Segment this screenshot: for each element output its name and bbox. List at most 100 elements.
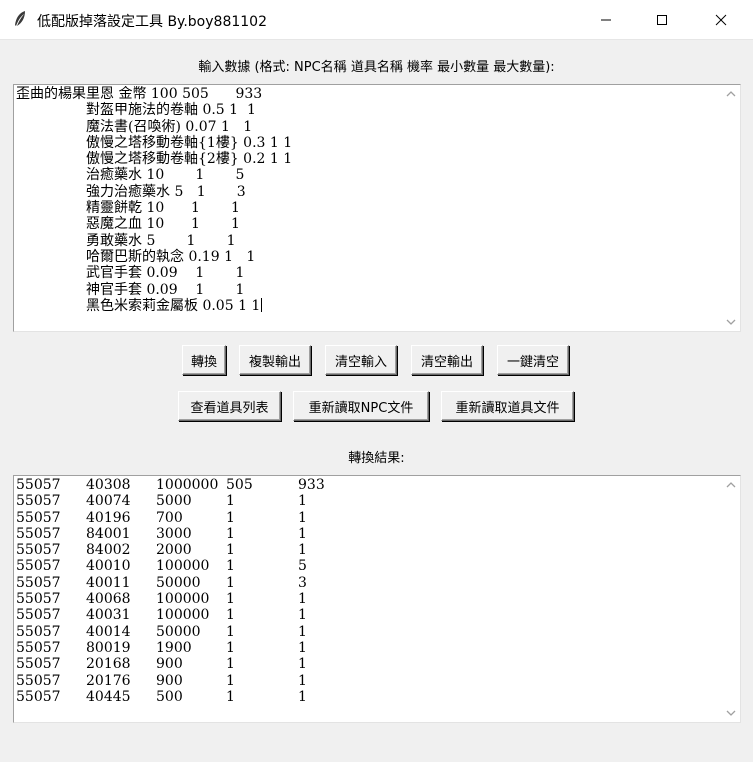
chevron-up-icon — [726, 91, 736, 97]
output-cell: 1 — [226, 493, 235, 510]
output-cell: 700 — [156, 509, 183, 526]
scroll-down-button[interactable] — [726, 317, 736, 327]
output-cell: 1 — [298, 591, 307, 608]
output-cell: 1 — [226, 542, 235, 559]
feather-icon — [15, 11, 25, 26]
output-label: 轉換結果: — [348, 451, 405, 466]
output-cell: 1 — [226, 607, 235, 624]
scroll-up-button[interactable] — [726, 480, 736, 490]
input-line: 黑色米索莉金屬板 0.05 1 1 — [86, 297, 261, 314]
window-footer — [0, 732, 753, 762]
input-text-content[interactable]: 歪曲的楊果里恩 金幣 100 505 933 對盔甲施法的卷軸 0.5 1 1 … — [16, 86, 720, 331]
input-label: 輸入數據 (格式: NPC名稱 道具名稱 機率 最小數量 最大數量): — [198, 60, 555, 75]
output-cell: 1 — [226, 639, 235, 656]
output-cell: 1 — [298, 656, 307, 673]
output-cell: 40014 — [86, 623, 131, 640]
output-cell: 100000 — [156, 591, 210, 608]
output-cell: 55057 — [16, 542, 61, 559]
minimize-icon — [601, 19, 611, 20]
input-line: 對盔甲施法的卷軸 0.5 1 1 — [86, 102, 256, 119]
input-line: 強力治癒藥水 5 1 3 — [86, 183, 246, 200]
output-cell: 1 — [226, 623, 235, 640]
minimize-button[interactable] — [583, 0, 629, 39]
maximize-button[interactable] — [639, 0, 685, 39]
input-scrollbar[interactable] — [722, 85, 740, 331]
output-row: 55057 84001 3000 1 1 — [16, 526, 720, 542]
output-cell: 100000 — [156, 607, 210, 624]
output-row: 55057 80019 1900 1 1 — [16, 640, 720, 656]
clear-all-button[interactable]: 一鍵清空 — [497, 345, 569, 375]
reload-items-button[interactable]: 重新讀取道具文件 — [441, 391, 574, 421]
output-cell: 1 — [298, 493, 307, 510]
view-items-button[interactable]: 查看道具列表 — [178, 391, 281, 421]
input-line: 哈爾巴斯的執念 0.19 1 1 — [86, 248, 256, 265]
input-line: 魔法書(召喚術) 0.07 1 1 — [86, 118, 253, 135]
output-row: 55057 20168 900 1 1 — [16, 656, 720, 672]
output-cell: 55057 — [16, 493, 61, 510]
output-scrollbar[interactable] — [722, 476, 740, 722]
output-cell: 1900 — [156, 639, 192, 656]
output-cell: 20168 — [86, 656, 131, 673]
scroll-up-button[interactable] — [726, 89, 736, 99]
output-cell: 505 — [226, 477, 253, 493]
output-cell: 80019 — [86, 639, 131, 656]
reload-npc-button[interactable]: 重新讀取NPC文件 — [293, 391, 429, 421]
close-button[interactable] — [698, 0, 744, 39]
output-cell: 40074 — [86, 493, 131, 510]
output-cell: 40445 — [86, 688, 131, 705]
output-cell: 1 — [226, 574, 235, 591]
output-cell: 55057 — [16, 574, 61, 591]
output-row: 55057 40011 50000 1 3 — [16, 575, 720, 591]
convert-button[interactable]: 轉換 — [182, 345, 226, 375]
output-cell: 55057 — [16, 607, 61, 624]
output-row: 55057 40196 700 1 1 — [16, 510, 720, 526]
output-cell: 1 — [298, 542, 307, 559]
input-line: 勇敢藥水 5 1 1 — [86, 232, 236, 249]
output-cell: 2000 — [156, 542, 192, 559]
output-cell: 84002 — [86, 542, 131, 559]
output-cell: 1 — [226, 688, 235, 705]
output-cell: 500 — [156, 688, 183, 705]
output-cell: 84001 — [86, 525, 131, 542]
output-cell: 1 — [298, 639, 307, 656]
output-row: 55057 84002 2000 1 1 — [16, 542, 720, 558]
output-cell: 55057 — [16, 656, 61, 673]
output-row: 55057 40014 50000 1 1 — [16, 624, 720, 640]
window-title: 低配版掉落設定工具 By.boy881102 — [37, 14, 267, 30]
output-cell: 55057 — [16, 591, 61, 608]
output-cell: 1 — [298, 623, 307, 640]
output-textarea[interactable]: 55057 40308 1000000 505 933 55057 40074 5000 1 1 5… — [13, 475, 741, 723]
input-textarea[interactable]: 歪曲的楊果里恩 金幣 100 505 933 對盔甲施法的卷軸 0.5 1 1 … — [13, 84, 741, 332]
output-text-content[interactable]: 55057 40308 1000000 505 933 55057 40074 5000 1 1 5… — [16, 477, 720, 722]
input-line: 神官手套 0.09 1 1 — [86, 281, 245, 298]
output-row: 55057 40010 100000 1 5 — [16, 558, 720, 574]
output-cell: 1 — [226, 525, 235, 542]
output-cell: 55057 — [16, 509, 61, 526]
copy-output-button[interactable]: 複製輸出 — [239, 345, 311, 375]
maximize-icon — [657, 14, 667, 25]
output-cell: 1 — [298, 672, 307, 689]
chevron-up-icon — [726, 482, 736, 488]
output-cell: 20176 — [86, 672, 131, 689]
output-cell: 55057 — [16, 558, 61, 575]
output-cell: 1 — [226, 656, 235, 673]
output-cell: 100000 — [156, 558, 210, 575]
output-cell: 933 — [298, 477, 325, 493]
output-cell: 50000 — [156, 623, 201, 640]
input-line: 傲慢之塔移動卷軸{1樓} 0.3 1 1 — [86, 134, 293, 151]
clear-output-button[interactable]: 清空輸出 — [411, 345, 483, 375]
output-cell: 1 — [226, 509, 235, 526]
output-cell: 1000000 — [156, 477, 219, 493]
input-line-last: 黑色米索莉金屬板 0.05 1 1 — [16, 297, 720, 314]
scroll-down-button[interactable] — [726, 708, 736, 718]
input-line: 精靈餅乾 10 1 1 — [86, 200, 240, 217]
clear-input-button[interactable]: 清空輸入 — [325, 345, 397, 375]
title-bar: 低配版掉落設定工具 By.boy881102 — [0, 0, 753, 40]
output-row: 55057 20176 900 1 1 — [16, 673, 720, 689]
output-row: 55057 40074 5000 1 1 — [16, 493, 720, 509]
output-row: 55057 40445 500 1 1 — [16, 689, 720, 705]
output-cell: 900 — [156, 656, 183, 673]
output-cell: 40196 — [86, 509, 131, 526]
close-icon — [715, 14, 727, 25]
output-cell: 40011 — [86, 574, 131, 591]
